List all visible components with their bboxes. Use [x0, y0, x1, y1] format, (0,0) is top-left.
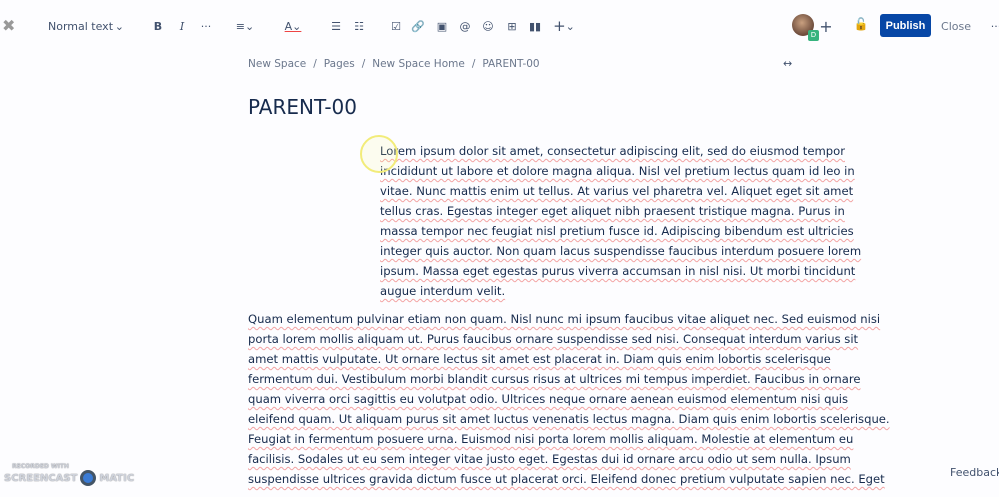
cursor-highlight — [360, 135, 398, 173]
text-line: amet mattis vulputate. Ut ornare lectus … — [248, 352, 831, 366]
numbered-list-icon[interactable]: ☷ — [353, 16, 365, 36]
text-line: Feugiat in fermentum posuere urna. Euism… — [248, 432, 854, 446]
breadcrumb-item[interactable]: PARENT-00 — [482, 58, 539, 70]
close-button[interactable]: Close — [940, 16, 972, 36]
insert-more-button[interactable]: + ⌄ — [553, 16, 575, 36]
screencast-logo-icon — [80, 470, 97, 486]
mention-icon[interactable]: @ — [459, 16, 471, 36]
text-line: integer quis auctor. Non quam lacus susp… — [380, 244, 862, 258]
screencast-watermark: RECORDED WITH SCREENCAST MATIC — [4, 463, 134, 486]
watermark-line3: MATIC — [99, 472, 135, 484]
paragraph-1[interactable]: Lorem ipsum dolor sit amet, consectetur … — [380, 141, 861, 301]
breadcrumb-item[interactable]: New Space — [248, 58, 306, 70]
task-icon[interactable]: ☑ — [390, 16, 402, 36]
emoji-icon[interactable]: ☺ — [482, 16, 494, 36]
layout-icon[interactable]: ▮▮ — [529, 16, 541, 36]
watermark-line1: RECORDED WITH — [12, 463, 69, 470]
chevron-down-icon: ⌄ — [114, 19, 124, 33]
align-icon[interactable]: ≡⌄ — [234, 16, 256, 36]
breadcrumb-separator: / — [313, 58, 317, 70]
image-icon[interactable]: ▣ — [436, 16, 448, 36]
text-line: facilisis. Sodales ut eu sem integer vit… — [248, 452, 851, 466]
text-line: eleifend quam. Ut aliquam purus sit amet… — [248, 412, 890, 426]
bold-button[interactable]: B — [152, 16, 164, 36]
text-line: fermentum dui. Vestibulum morbi blandit … — [248, 372, 861, 386]
text-line: tellus cras. Egestas integer eget alique… — [380, 204, 845, 218]
publish-button[interactable]: Publish — [880, 14, 931, 37]
text-line: suspendisse ultrices gravida dictum fusc… — [248, 472, 885, 486]
text-line: vitae. Nunc mattis enim ut tellus. At va… — [380, 184, 854, 198]
text-line: Quam elementum pulvinar etiam non quam. … — [248, 312, 881, 326]
text-line: incididunt ut labore et dolore magna ali… — [380, 164, 855, 178]
breadcrumb-item[interactable]: New Space Home — [372, 58, 465, 70]
table-icon[interactable]: ⊞ — [506, 16, 518, 36]
page-title[interactable]: PARENT-00 — [248, 95, 357, 119]
italic-button[interactable]: I — [176, 16, 188, 36]
text-style-dropdown[interactable]: Normal text ⌄ — [48, 16, 124, 36]
link-icon[interactable]: 🔗 — [411, 16, 425, 36]
text-color-icon[interactable]: A⌄ — [282, 16, 304, 36]
breadcrumb: New Space / Pages / New Space Home / PARENT… — [248, 58, 540, 70]
text-style-label: Normal text — [48, 19, 114, 33]
text-line: porta lorem mollis aliquam ut. Purus fau… — [248, 332, 859, 346]
text-line: ipsum. Massa eget egestas purus viverra … — [380, 264, 856, 278]
text-line: massa tempor nec feugiat nisl pretium fu… — [380, 224, 854, 238]
breadcrumb-separator: / — [361, 58, 366, 70]
full-width-toggle-icon[interactable]: ↔ — [783, 57, 792, 70]
text-line: quam viverra orci sagittis eu volutpat o… — [248, 392, 849, 406]
paragraph-2[interactable]: Quam elementum pulvinar etiam non quam. … — [248, 309, 890, 489]
text-line: augue interdum velit. — [380, 284, 506, 298]
more-formatting-button[interactable]: ··· — [198, 16, 214, 36]
watermark-line2: SCREENCAST — [4, 472, 78, 484]
feedback-link[interactable]: Feedback — [950, 466, 999, 479]
more-options-icon[interactable]: ··· — [990, 16, 999, 36]
app-logo[interactable]: ✖ — [2, 18, 18, 34]
breadcrumb-item[interactable]: Pages — [324, 58, 355, 70]
invite-button[interactable]: + — [819, 16, 833, 36]
unlock-icon[interactable]: 🔓 — [854, 14, 869, 34]
bullet-list-icon[interactable]: ☰ — [330, 16, 342, 36]
avatar-badge: D — [808, 30, 819, 41]
text-line: Lorem ipsum dolor sit amet, consectetur … — [380, 144, 845, 158]
plus-icon: + — [553, 17, 566, 35]
breadcrumb-separator: / — [471, 58, 476, 70]
